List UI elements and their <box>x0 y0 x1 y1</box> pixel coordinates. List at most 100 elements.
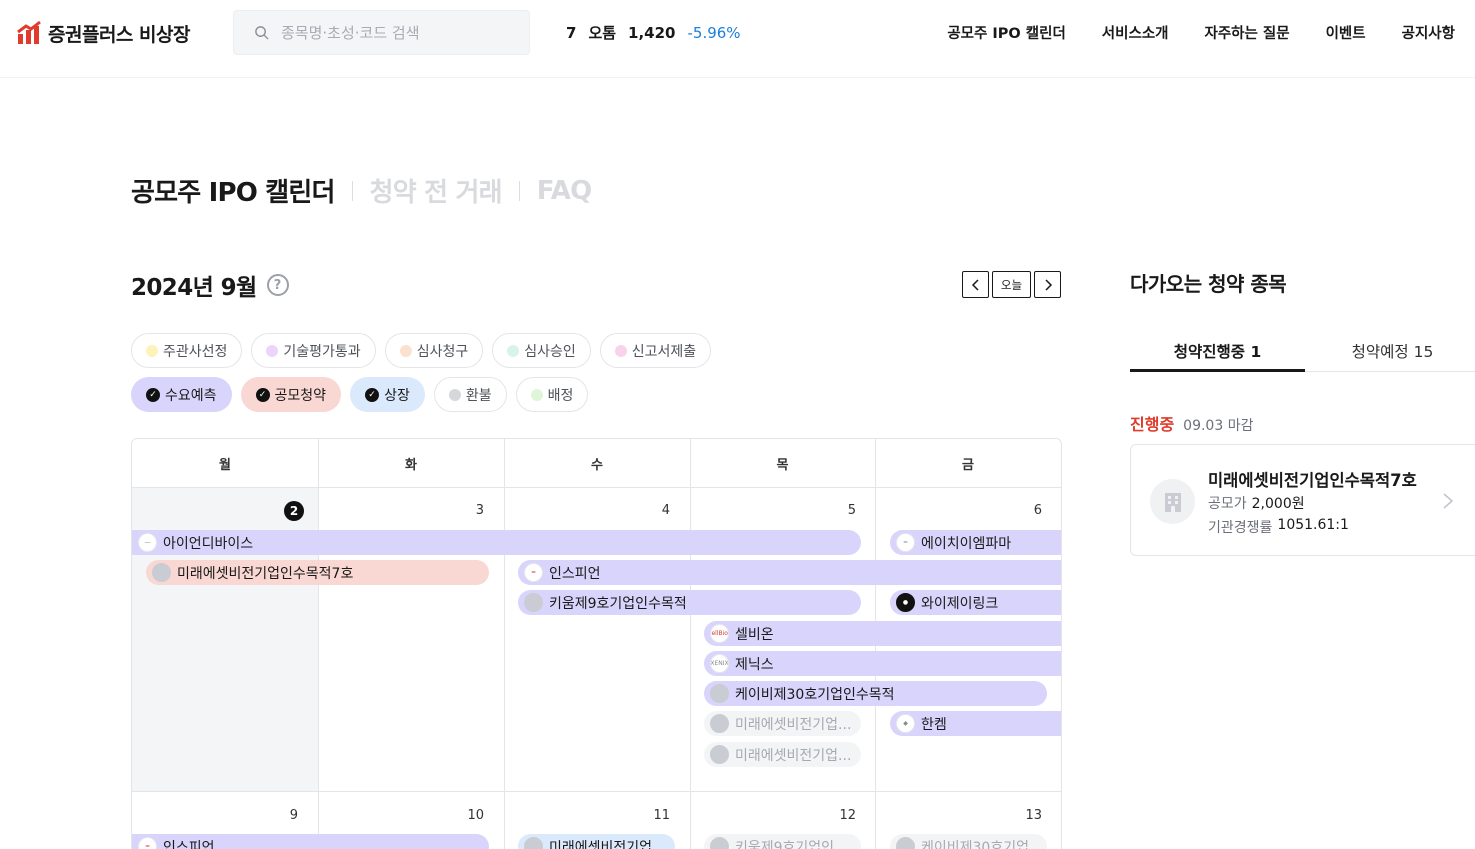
price-label: 공모가 <box>1208 496 1247 512</box>
day-number[interactable]: 6 <box>1012 503 1042 518</box>
event-bar-demand-forecast[interactable]: 케이비제30호기업인수목적 <box>704 681 1047 706</box>
event-bar-demand-forecast[interactable]: ● 와이제이링크 <box>890 590 1061 615</box>
page-tabs: 공모주 IPO 캘린더 청약 전 거래 FAQ <box>131 172 592 209</box>
filter-chip[interactable]: 기술평가통과 <box>251 333 376 368</box>
tab-in-progress[interactable]: 청약진행중 1 <box>1130 330 1305 372</box>
tab-faq[interactable]: FAQ <box>537 176 592 206</box>
event-bar-refund[interactable]: 미래에셋비전기업... <box>704 711 861 736</box>
event-bar-demand-forecast[interactable]: ◆ 한켐 <box>890 711 1061 736</box>
nav-notices[interactable]: 공지사항 <box>1402 22 1455 43</box>
chip-label: 배정 <box>547 387 574 404</box>
chip-label: 환불 <box>465 387 492 404</box>
filter-chip-demand-forecast[interactable]: ✓ 수요예측 <box>131 377 232 412</box>
filter-chip-subscription[interactable]: ✓ 공모청약 <box>240 377 342 412</box>
company-logo-icon: ━ <box>524 563 543 582</box>
chevron-right-icon <box>1443 493 1454 509</box>
day-number[interactable]: 11 <box>640 808 670 823</box>
event-bar-demand-forecast[interactable]: CellBion 셀비온 <box>704 621 1061 646</box>
company-logo-icon: — <box>138 533 157 552</box>
event-bar-demand-forecast[interactable]: ━ 인스피언 <box>518 560 1061 585</box>
event-label: 미래에셋비전기업 <box>549 839 653 849</box>
chip-label: 심사청구 <box>416 343 469 360</box>
tab-ipo-calendar[interactable]: 공모주 IPO 캘린더 <box>131 172 335 209</box>
tab-pre-subscription-trading[interactable]: 청약 전 거래 <box>370 172 503 209</box>
month-navigation: 오늘 <box>962 271 1061 298</box>
ticker-name: 오톰 <box>588 24 617 42</box>
nav-events[interactable]: 이벤트 <box>1326 22 1366 43</box>
event-label: 셀비온 <box>735 626 774 643</box>
live-ticker[interactable]: 7 오톰 1,420 -5.96% <box>566 22 741 43</box>
day-number[interactable]: 13 <box>1012 808 1042 823</box>
nav-faq[interactable]: 자주하는 질문 <box>1205 22 1290 43</box>
ticker-rank: 7 <box>566 24 577 42</box>
day-number[interactable]: 4 <box>640 503 670 518</box>
event-bar-allocation[interactable]: 미래에셋비전기업... <box>704 742 861 767</box>
stage-filters-row2: ✓ 수요예측 ✓ 공모청약 ✓ 상장 환불 배정 <box>131 377 589 412</box>
company-logo-icon: XENIX <box>710 654 729 673</box>
status-badge: 진행중 <box>1130 415 1175 434</box>
today-button[interactable]: 오늘 <box>992 271 1031 298</box>
event-bar-demand-forecast[interactable]: — 아이언디바이스 <box>132 530 861 555</box>
chip-label: 공모청약 <box>274 387 327 404</box>
filter-chip-listing[interactable]: ✓ 상장 <box>350 377 425 412</box>
building-icon <box>710 745 729 764</box>
stage-filters-row1: 주관사선정 기술평가통과 심사청구 심사승인 신고서제출 <box>131 333 712 368</box>
grid-line <box>504 439 505 849</box>
next-month-button[interactable] <box>1034 271 1061 298</box>
filter-chip[interactable]: 심사승인 <box>492 333 591 368</box>
filter-chip[interactable]: 심사청구 <box>384 333 484 368</box>
filter-chip-allocation[interactable]: 배정 <box>515 377 589 412</box>
event-bar-demand-forecast[interactable]: ━ 에이치이엠파마 <box>890 530 1061 555</box>
event-bar-subscription[interactable]: 미래에셋비전기업인수목적7호 <box>146 560 489 585</box>
subscription-card[interactable]: 미래에셋비전기업인수목적7호 공모가 2,000원 기관경쟁률 1051.61:… <box>1130 444 1475 556</box>
chip-label: 심사승인 <box>524 343 576 360</box>
filter-chip[interactable]: 신고서제출 <box>599 333 712 368</box>
building-icon <box>710 714 729 733</box>
day-number[interactable]: 12 <box>826 808 856 823</box>
company-logo-icon: ━ <box>138 837 157 849</box>
weekday-tue: 화 <box>405 458 417 473</box>
search-icon <box>255 26 269 40</box>
event-bar-refund[interactable]: 키움제9호기업인 <box>704 834 861 849</box>
event-label: 미래에셋비전기업... <box>735 716 852 733</box>
building-icon <box>524 837 543 849</box>
prev-month-button[interactable] <box>962 271 989 298</box>
tab-divider <box>518 180 520 201</box>
weekday-wed: 수 <box>591 458 603 473</box>
event-bar-demand-forecast[interactable]: XENIX 제닉스 <box>704 651 1061 676</box>
dot-icon <box>507 344 520 357</box>
day-number-today[interactable]: 2 <box>284 501 304 521</box>
ticker-price: 1,420 <box>628 24 676 42</box>
day-number[interactable]: 9 <box>268 808 298 823</box>
event-bar-listing[interactable]: 미래에셋비전기업 <box>518 834 675 849</box>
filter-chip[interactable]: 주관사선정 <box>131 333 243 368</box>
search-box[interactable] <box>233 10 530 55</box>
filter-chip-refund[interactable]: 환불 <box>433 377 507 412</box>
day-number[interactable]: 10 <box>454 808 484 823</box>
event-label: 미래에셋비전기업... <box>735 747 852 764</box>
ticker-change: -5.96% <box>687 24 741 42</box>
event-bar-demand-forecast[interactable]: 키움제9호기업인수목적 <box>518 590 861 615</box>
dot-icon <box>266 344 279 357</box>
nav-ipo-calendar[interactable]: 공모주 IPO 캘린더 <box>947 22 1065 43</box>
dot-icon <box>399 344 412 357</box>
dot-icon <box>614 344 627 357</box>
event-bar-demand-forecast[interactable]: ━ 인스피언 <box>132 834 489 849</box>
event-label: 미래에셋비전기업인수목적7호 <box>177 565 354 582</box>
event-bar-refund[interactable]: 케이비제30호기업 <box>890 834 1047 849</box>
brand-logo[interactable]: 증권플러스 비상장 <box>16 19 190 47</box>
check-icon: ✓ <box>255 387 270 402</box>
event-label: 와이제이링크 <box>921 595 999 612</box>
tab-scheduled[interactable]: 청약예정 15 <box>1305 330 1475 372</box>
check-icon: ✓ <box>146 387 160 402</box>
help-icon[interactable]: ? <box>266 274 289 296</box>
day-number[interactable]: 5 <box>826 503 856 518</box>
event-label: 한켐 <box>921 716 947 733</box>
event-label: 케이비제30호기업인수목적 <box>735 686 895 703</box>
building-icon <box>524 593 543 612</box>
search-input[interactable] <box>281 23 501 42</box>
card-ratio-row: 기관경쟁률 1051.61:1 <box>1208 517 1349 537</box>
event-label: 키움제9호기업인수목적 <box>549 595 687 612</box>
day-number[interactable]: 3 <box>454 503 484 518</box>
nav-service-intro[interactable]: 서비스소개 <box>1102 22 1169 43</box>
